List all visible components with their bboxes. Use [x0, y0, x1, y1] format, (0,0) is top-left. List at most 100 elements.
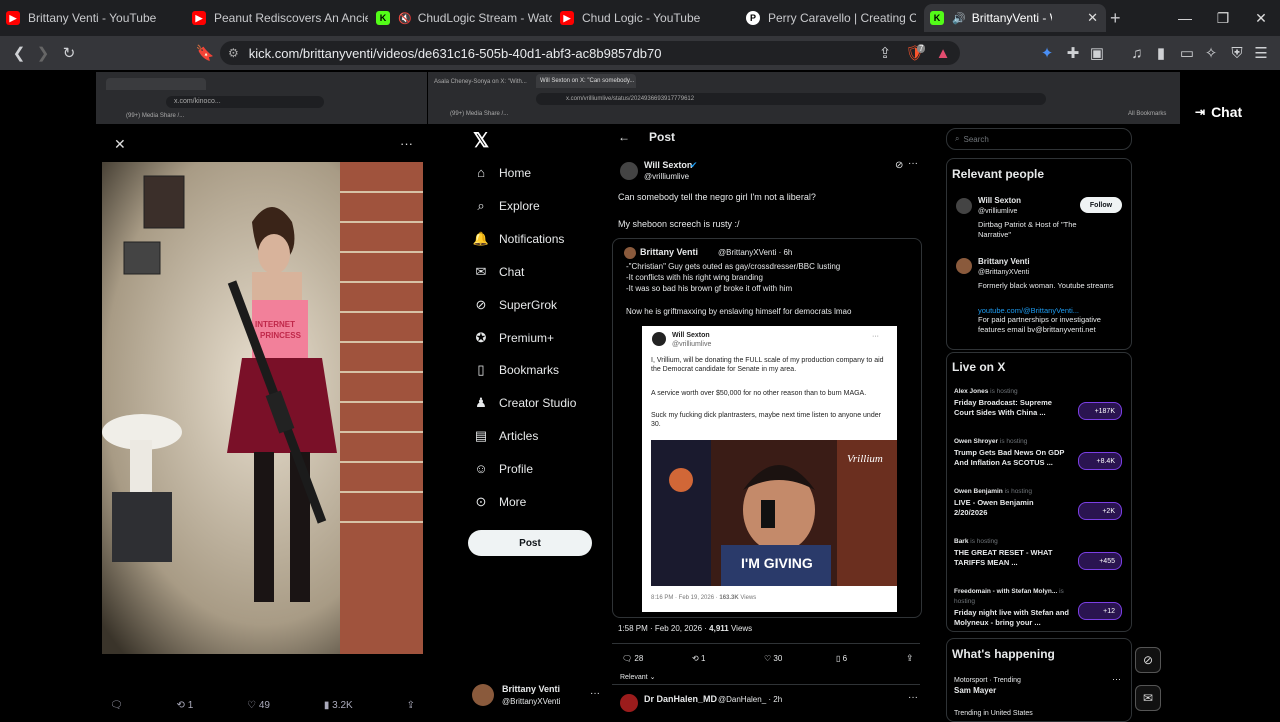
post-button[interactable]: Post — [468, 530, 592, 556]
restore-icon[interactable]: ❐ — [1204, 0, 1242, 36]
x-logo-icon[interactable]: 𝕏 — [473, 128, 489, 153]
video-caption: I'M GIVING — [741, 555, 813, 571]
extension-icon[interactable]: ✦ — [1036, 42, 1058, 64]
grok-icon[interactable]: ⊘ — [895, 160, 903, 171]
post-author-name[interactable]: Will Sexton — [644, 160, 692, 171]
views-action[interactable]: ▮ 3.2K — [324, 700, 353, 711]
media-icon[interactable]: ♫ — [1126, 42, 1148, 64]
reply-action[interactable]: 🗨 — [110, 700, 123, 711]
tab-4[interactable]: ▶ Chud Logic - YouTube — [560, 4, 736, 32]
reply-avatar[interactable] — [620, 694, 638, 712]
person-avatar[interactable] — [956, 258, 972, 274]
nav-supergrok[interactable]: ⊘ SuperGrok — [472, 297, 557, 313]
back-arrow-icon[interactable]: ← — [618, 131, 630, 143]
address-bar[interactable]: ⚙ kick.com/brittanyventi/videos/de631c16… — [220, 41, 960, 65]
share-icon[interactable]: ⇪ — [407, 700, 415, 711]
minimize-icon[interactable]: — — [1166, 0, 1204, 36]
nav-articles[interactable]: ▤ Articles — [472, 428, 539, 444]
live-item[interactable]: Freedomain - with Stefan Molyn... is hos… — [954, 587, 1069, 628]
trend-topic[interactable]: Sam Mayer — [954, 685, 996, 696]
person-avatar[interactable] — [956, 198, 972, 214]
nav-notifications[interactable]: 🔔 Notifications — [472, 231, 564, 247]
repost-stat[interactable]: ⟲ 1 — [692, 653, 705, 664]
brave-rewards-icon[interactable]: ▲ — [932, 42, 954, 64]
left-capture-url: x.com/kinoco... — [166, 96, 324, 108]
chat-toggle-button[interactable]: ⇥ Chat — [1195, 104, 1242, 120]
nav-bookmarks[interactable]: ▯ Bookmarks — [472, 362, 559, 378]
reply-more-icon[interactable]: ··· — [908, 692, 918, 703]
close-window-icon[interactable]: ✕ — [1242, 0, 1280, 36]
person-name[interactable]: Brittany Venti — [978, 256, 1030, 267]
reload-icon[interactable]: ↻ — [58, 42, 80, 64]
panel-icon[interactable]: ▮ — [1150, 42, 1172, 64]
tab-6-active[interactable]: K 🔊 BrittanyVenti - Watch the ✕ — [924, 4, 1106, 32]
svg-text:PRINCESS: PRINCESS — [260, 331, 302, 340]
left-capture-tab — [106, 78, 206, 90]
right-capture-bookmark: (99+) Media Share /... — [450, 111, 509, 117]
bookmark-stat[interactable]: ▯ 6 — [836, 653, 847, 664]
account-avatar[interactable] — [472, 684, 494, 706]
repost-action[interactable]: ⟲ 1 — [177, 700, 194, 711]
post-more-icon[interactable]: ··· — [908, 158, 918, 169]
wallet-icon[interactable]: ▭ — [1176, 42, 1198, 64]
extensions-icon[interactable]: ✚ — [1062, 42, 1084, 64]
vpn-icon[interactable]: ⛨ — [1226, 42, 1248, 64]
nav-more[interactable]: ⊙ More — [472, 494, 527, 510]
back-icon[interactable]: ❮ — [8, 42, 30, 64]
follow-button[interactable]: Follow — [1080, 197, 1122, 213]
nav-creator-studio[interactable]: ♟ Creator Studio — [472, 395, 576, 411]
close-media-icon[interactable]: ✕ — [114, 136, 126, 153]
menu-icon[interactable]: ☰ — [1250, 42, 1272, 64]
author-avatar[interactable] — [620, 162, 638, 180]
live-item[interactable]: Owen Shroyer is hosting Trump Gets Bad Ne… — [954, 437, 1069, 468]
tab-1[interactable]: ▶ Brittany Venti - YouTube — [6, 4, 191, 32]
window-controls: — ❐ ✕ — [1166, 0, 1280, 36]
live-item[interactable]: Owen Benjamin is hosting LIVE - Owen Benj… — [954, 487, 1069, 518]
like-action[interactable]: ♡ 49 — [247, 700, 270, 711]
reply-stat[interactable]: 🗨 28 — [622, 653, 643, 664]
live-item[interactable]: Alex Jones is hosting Friday Broadcast: S… — [954, 387, 1069, 418]
post-header-title: Post — [649, 130, 676, 144]
bookmark-icon[interactable]: 🔖 — [194, 42, 216, 64]
tab-title: Perry Caravello | Creating Come — [768, 11, 916, 25]
nav-profile[interactable]: ☺ Profile — [472, 461, 533, 476]
nav-chat[interactable]: ✉ Chat — [472, 264, 525, 280]
tab-title: Chud Logic - YouTube — [582, 11, 701, 25]
card-paragraph-2: A service worth over $50,000 for no othe… — [651, 390, 867, 397]
person-name[interactable]: Will Sexton — [978, 195, 1021, 206]
share-icon[interactable]: ⇪ — [874, 42, 896, 64]
live-listeners-pill: +12 — [1078, 602, 1122, 620]
tab-5[interactable]: P Perry Caravello | Creating Come — [746, 4, 916, 32]
search-icon: ⌕ — [955, 134, 960, 143]
grok-fab-icon[interactable]: ⊘ — [1135, 647, 1161, 673]
post-text-line-1: Can somebody tell the negro girl I'm not… — [618, 192, 816, 202]
messages-fab-icon[interactable]: ✉ — [1135, 685, 1161, 711]
like-stat[interactable]: ♡ 30 — [764, 653, 782, 664]
quoted-author-handle: @BrittanyXVenti · 6h — [718, 248, 793, 257]
forward-icon[interactable]: ❯ — [32, 42, 54, 64]
nav-explore[interactable]: ⌕ Explore — [472, 198, 539, 214]
nav-premium[interactable]: ✪ Premium+ — [472, 330, 554, 346]
live-listeners-pill: +2K — [1078, 502, 1122, 520]
quoted-line-4: Now he is griftmaxxing by enslaving hims… — [626, 307, 852, 316]
site-info-icon[interactable]: ⚙ — [228, 46, 239, 60]
share-icon[interactable]: ⇪ — [906, 653, 914, 664]
trend-more-icon[interactable]: ··· — [1112, 674, 1121, 685]
bookmark-icon: ▯ — [836, 654, 841, 663]
sidebar-icon[interactable]: ▣ — [1086, 42, 1108, 64]
tab-3[interactable]: K 🔇 ChudLogic Stream - Watch L — [376, 4, 552, 32]
tab-2[interactable]: ▶ Peanut Rediscovers An Ancient L — [192, 4, 368, 32]
verified-icon: ✪ — [475, 330, 487, 345]
live-item[interactable]: Bark is hosting THE GREAT RESET - WHAT TA… — [954, 537, 1069, 568]
new-tab-button[interactable]: + — [1110, 4, 1130, 32]
search-input[interactable]: ⌕ Search — [946, 128, 1132, 150]
card-video-still: I'M GIVING Vrillium — [651, 440, 897, 586]
replies-sort[interactable]: Relevant ⌄ — [620, 672, 655, 683]
more-options-icon[interactable]: ··· — [400, 136, 413, 151]
leo-icon[interactable]: ✧ — [1200, 42, 1222, 64]
bell-icon: 🔔 — [472, 231, 490, 246]
grok-icon: ⊘ — [475, 297, 487, 312]
close-tab-icon[interactable]: ✕ — [1087, 10, 1098, 26]
nav-home[interactable]: ⌂ Home — [472, 165, 531, 180]
account-menu-icon[interactable]: ··· — [590, 688, 600, 699]
